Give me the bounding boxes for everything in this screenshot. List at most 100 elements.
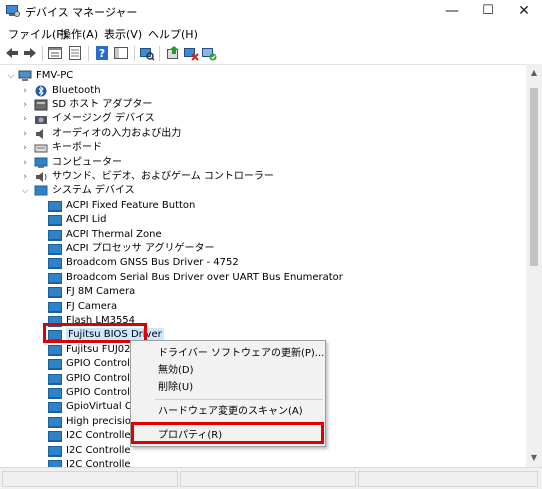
device-item[interactable]: GPIO Controlle	[48, 357, 130, 371]
keyboard-icon	[34, 144, 48, 153]
device-label: ACPI Thermal Zone	[66, 228, 162, 240]
toolbar: ?	[0, 43, 542, 64]
update-driver-icon[interactable]	[165, 45, 181, 61]
minimize-button[interactable]: —	[434, 0, 470, 24]
expand-arrow-icon[interactable]: ›	[20, 84, 30, 98]
menu-help[interactable]: ヘルプ(H)	[148, 26, 198, 42]
device-label: Broadcom GNSS Bus Driver - 4752	[66, 257, 239, 269]
tree-category[interactable]: › キーボード	[20, 141, 270, 155]
device-item[interactable]: FJ Camera	[48, 300, 348, 314]
tree-category-label: オーディオの入力および出力	[52, 127, 182, 139]
menu-uninstall[interactable]: 削除(U)	[131, 379, 325, 396]
scroll-down-icon[interactable]: ▼	[526, 451, 542, 465]
properties-view-icon[interactable]	[47, 45, 63, 61]
console-tree-icon[interactable]	[113, 45, 129, 61]
collapse-arrow-icon[interactable]: ⌵	[6, 69, 16, 83]
device-icon	[48, 258, 62, 270]
expand-arrow-icon[interactable]: ›	[20, 141, 30, 155]
collapse-arrow-icon[interactable]: ⌵	[20, 184, 30, 198]
tree-category[interactable]: › コンピューター	[20, 156, 270, 170]
back-icon[interactable]	[4, 45, 20, 61]
status-cell	[2, 471, 178, 487]
device-item[interactable]: ACPI Fixed Feature Button	[48, 199, 348, 213]
vertical-scrollbar[interactable]: ▲ ▼	[526, 64, 542, 467]
device-icon	[48, 243, 62, 255]
device-manager-icon	[6, 5, 20, 17]
menu-action[interactable]: 操作(A)	[60, 26, 98, 42]
menu-update-driver[interactable]: ドライバー ソフトウェアの更新(P)...	[131, 345, 325, 362]
device-item[interactable]: ACPI Thermal Zone	[48, 228, 348, 242]
device-item[interactable]: GPIO Controlle	[48, 372, 130, 386]
tree-root[interactable]: ⌵ FMV-PC	[6, 69, 206, 83]
menu-bar: ファイル(F) 操作(A) 表示(V) ヘルプ(H)	[0, 24, 542, 43]
device-label: Fujitsu FUJ02E3	[66, 343, 130, 355]
tree-category-label: サウンド、ビデオ、およびゲーム コントローラー	[52, 170, 274, 182]
device-item[interactable]: Broadcom GNSS Bus Driver - 4752	[48, 256, 348, 270]
scroll-up-icon[interactable]: ▲	[526, 66, 542, 80]
tree-category[interactable]: › サウンド、ビデオ、およびゲーム コントローラー	[20, 170, 320, 184]
device-item[interactable]: ACPI Lid	[48, 213, 348, 227]
device-item[interactable]: GPIO Controlle	[48, 386, 130, 400]
camera-icon	[35, 116, 47, 125]
disable-device-icon[interactable]	[183, 45, 199, 61]
device-label: GPIO Controlle	[66, 372, 130, 384]
menu-file[interactable]: ファイル(F)	[8, 26, 67, 42]
device-item[interactable]: FJ 8M Camera	[48, 285, 348, 299]
tree-category-label: キーボード	[52, 142, 102, 154]
device-item[interactable]: ACPI プロセッサ アグリゲーター	[48, 242, 348, 256]
tree-category-label: システム デバイス	[52, 185, 135, 197]
device-icon	[48, 229, 62, 241]
device-label: FJ Camera	[66, 300, 118, 312]
menu-disable[interactable]: 無効(D)	[131, 362, 325, 379]
sd-host-adapter-icon	[34, 99, 48, 111]
device-item[interactable]: I2C Controller	[48, 429, 130, 443]
device-icon	[48, 301, 62, 313]
tree-category[interactable]: › Bluetooth	[20, 84, 270, 98]
menu-scan-hardware[interactable]: ハードウェア変更のスキャン(A)	[131, 403, 325, 420]
device-item[interactable]: Fujitsu FUJ02E3	[48, 343, 130, 357]
status-cell	[358, 471, 538, 487]
device-icon	[48, 402, 62, 414]
svg-text:?: ?	[99, 47, 105, 60]
device-icon	[48, 387, 62, 399]
menu-view[interactable]: 表示(V)	[104, 26, 142, 42]
scrollbar-thumb[interactable]	[530, 88, 538, 266]
help-icon[interactable]: ?	[94, 45, 110, 61]
uninstall-device-icon[interactable]	[201, 45, 217, 61]
list-view-icon[interactable]	[67, 45, 83, 61]
tree-category-expanded[interactable]: ⌵ システム デバイス	[20, 184, 270, 198]
sound-icon	[36, 171, 47, 182]
scan-hardware-icon[interactable]	[139, 45, 155, 61]
device-icon	[48, 272, 62, 284]
device-label: ACPI プロセッサ アグリゲーター	[66, 242, 215, 254]
expand-arrow-icon[interactable]: ›	[20, 112, 30, 126]
device-item[interactable]: I2C Controller	[48, 458, 130, 467]
device-icon	[48, 373, 62, 385]
device-label: I2C Controller	[66, 444, 130, 456]
system-device-icon	[34, 185, 48, 196]
tree-category[interactable]: › オーディオの入力および出力	[20, 127, 270, 141]
status-cell	[180, 471, 356, 487]
expand-arrow-icon[interactable]: ›	[20, 127, 30, 141]
menu-separator	[155, 399, 323, 400]
tree-category[interactable]: › イメージング デバイス	[20, 112, 270, 126]
close-button[interactable]: ✕	[506, 0, 542, 24]
window-title: デバイス マネージャー	[25, 6, 138, 19]
device-item[interactable]: High precision	[48, 415, 130, 429]
speaker-icon	[36, 128, 43, 139]
toolbar-separator	[159, 46, 160, 61]
device-label: High precision	[66, 415, 130, 427]
maximize-button[interactable]: ☐	[470, 0, 506, 24]
bluetooth-icon	[35, 85, 47, 96]
tree-category-label: SD ホスト アダプター	[52, 98, 153, 110]
computer-icon	[18, 70, 32, 81]
expand-arrow-icon[interactable]: ›	[20, 156, 30, 170]
device-label: Broadcom Serial Bus Driver over UART Bus…	[66, 271, 343, 283]
device-item[interactable]: GpioVirtual Co	[48, 400, 130, 414]
device-item[interactable]: I2C Controller	[48, 444, 130, 458]
expand-arrow-icon[interactable]: ›	[20, 170, 30, 184]
device-item[interactable]: Broadcom Serial Bus Driver over UART Bus…	[48, 271, 518, 285]
forward-icon[interactable]	[22, 45, 38, 61]
expand-arrow-icon[interactable]: ›	[20, 98, 30, 112]
tree-category[interactable]: › SD ホスト アダプター	[20, 98, 270, 112]
